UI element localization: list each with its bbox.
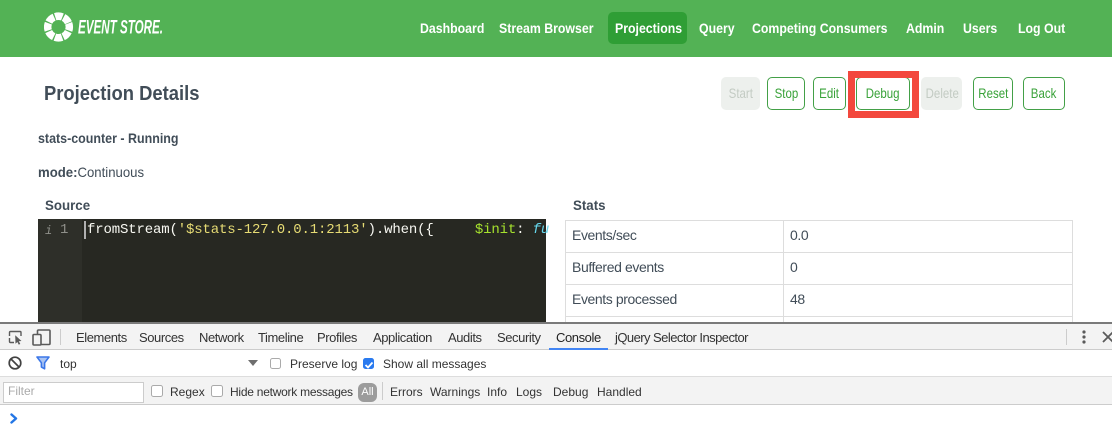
svg-text:EVENT STORE.: EVENT STORE. (78, 18, 163, 39)
